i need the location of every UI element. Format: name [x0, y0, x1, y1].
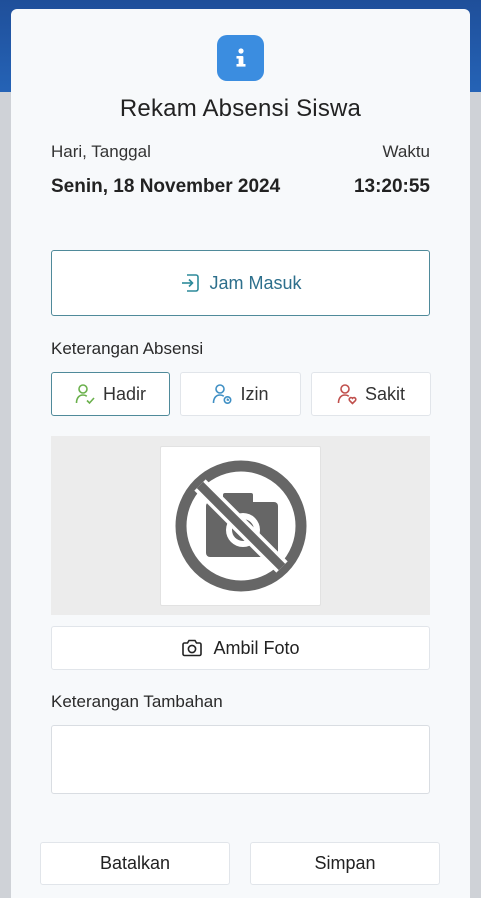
time-label: Waktu: [382, 142, 430, 161]
clock-in-label: Jam Masuk: [209, 272, 302, 293]
attendance-label: Keterangan Absensi: [51, 339, 204, 358]
time-value: 13:20:55: [353, 176, 430, 197]
take-photo-label: Ambil Foto: [213, 637, 300, 658]
notes-textarea[interactable]: [51, 725, 430, 794]
attendance-modal: Rekam Absensi Siswa Hari, Tanggal Waktu …: [11, 9, 470, 898]
status-hadir-button[interactable]: Hadir: [51, 372, 170, 416]
status-sakit-label: Sakit: [364, 383, 406, 404]
info-icon: [217, 35, 264, 81]
status-sakit-button[interactable]: Sakit: [311, 372, 431, 416]
user-heart-icon: [337, 383, 357, 405]
user-clock-icon: [212, 383, 232, 405]
status-izin-button[interactable]: Izin: [180, 372, 301, 416]
status-izin-label: Izin: [240, 383, 269, 404]
cancel-button[interactable]: Batalkan: [40, 842, 230, 885]
clock-in-button[interactable]: Jam Masuk: [51, 250, 430, 316]
user-check-icon: [75, 383, 95, 405]
modal-title: Rekam Absensi Siswa: [119, 95, 362, 122]
no-camera-icon: [173, 458, 309, 594]
take-photo-button[interactable]: Ambil Foto: [51, 626, 430, 670]
photo-preview-area: [51, 436, 430, 615]
date-value: Senin, 18 November 2024: [51, 176, 281, 197]
sign-in-icon: [179, 272, 201, 294]
save-button[interactable]: Simpan: [250, 842, 440, 885]
camera-icon: [181, 638, 203, 658]
date-label: Hari, Tanggal: [51, 142, 151, 161]
status-hadir-label: Hadir: [102, 383, 146, 404]
notes-label: Keterangan Tambahan: [51, 692, 223, 711]
photo-placeholder: [160, 446, 321, 606]
